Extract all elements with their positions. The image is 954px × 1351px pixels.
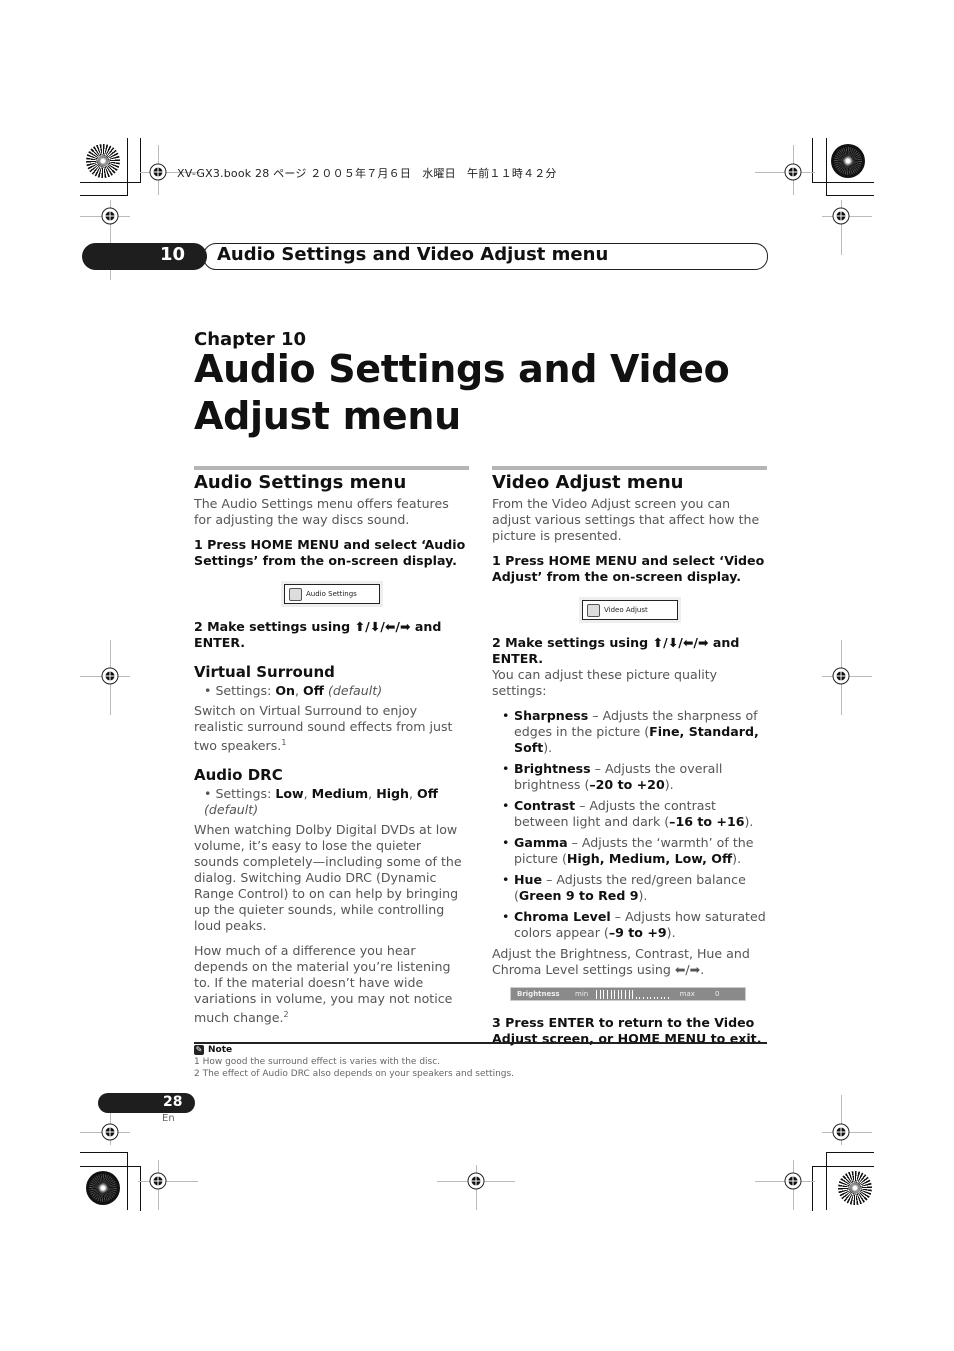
section-heading: Audio Settings menu bbox=[194, 472, 407, 493]
paragraph: How much of a difference you hear depend… bbox=[194, 943, 453, 1026]
bar-tick-empty bbox=[639, 996, 641, 999]
osd-menu-item: Audio Settings bbox=[281, 581, 383, 607]
bar-tick-empty bbox=[668, 996, 670, 999]
step-2: 2 Make settings using ⬆/⬇/⬅/➡ and ENTER. bbox=[194, 619, 442, 650]
registration-mark-icon bbox=[467, 1172, 485, 1190]
registration-mark-icon bbox=[101, 207, 119, 225]
subheading: Audio DRC bbox=[194, 766, 283, 785]
registration-mark-icon bbox=[101, 1123, 119, 1141]
paragraph: Adjust the Brightness, Contrast, Hue and… bbox=[492, 946, 750, 977]
paragraph: You can adjust these picture quality set… bbox=[492, 667, 718, 698]
step-1: 1 Press HOME MENU and select ‘Audio Sett… bbox=[194, 537, 466, 568]
pencil-icon: ✎ bbox=[194, 1045, 204, 1055]
registration-mark-icon bbox=[832, 1123, 850, 1141]
registration-mark-icon bbox=[832, 207, 850, 225]
print-slug: XV-GX3.book 28 ページ ２００５年７月６日 水曜日 午前１１時４２… bbox=[177, 167, 557, 180]
note-heading: ✎ Note bbox=[194, 1045, 233, 1055]
picture-setting-item: Sharpness – Adjusts the sharpness of edg… bbox=[492, 708, 767, 756]
paragraph: The Audio Settings menu offers features … bbox=[194, 496, 449, 527]
picture-settings-list: Sharpness – Adjusts the sharpness of edg… bbox=[492, 708, 767, 941]
picture-setting-item: Hue – Adjusts the red/green balance (Gre… bbox=[492, 872, 767, 904]
bar-label: Brightness bbox=[517, 990, 560, 998]
bar-tick-filled bbox=[614, 989, 616, 999]
page-language: En bbox=[162, 1113, 175, 1124]
section-rule bbox=[492, 466, 767, 470]
paragraph: From the Video Adjust screen you can adj… bbox=[492, 496, 760, 543]
audio-settings-section: Audio Settings menu The Audio Settings m… bbox=[194, 466, 469, 1035]
bar-ticks bbox=[596, 989, 671, 999]
page-number: 28 bbox=[163, 1094, 183, 1110]
osd-menu-item: Video Adjust bbox=[579, 597, 681, 623]
osd-label: Audio Settings bbox=[306, 590, 357, 598]
paragraph: Switch on Virtual Surround to enjoy real… bbox=[194, 703, 453, 754]
chapter-number: 10 bbox=[160, 244, 186, 265]
bar-tick-empty bbox=[646, 996, 648, 999]
bar-min-label: min bbox=[575, 990, 589, 998]
bar-tick-filled bbox=[610, 989, 612, 999]
step-1: 1 Press HOME MENU and select ‘Video Adju… bbox=[492, 553, 765, 584]
brightness-bar: Brightness min max 0 bbox=[510, 987, 746, 1001]
color-target-icon bbox=[831, 144, 865, 178]
bar-tick-filled bbox=[603, 989, 605, 999]
bar-value: 0 bbox=[714, 990, 720, 998]
bar-tick-empty bbox=[657, 996, 659, 999]
settings-bullet: • Settings: Low, Medium, High, Off (defa… bbox=[204, 786, 438, 818]
section-heading: Video Adjust menu bbox=[492, 472, 684, 493]
registration-mark-icon bbox=[784, 1172, 802, 1190]
bar-tick-filled bbox=[621, 989, 623, 999]
registration-mark-icon bbox=[784, 163, 802, 181]
picture-setting-item: Gamma – Adjusts the ‘warmth’ of the pict… bbox=[492, 835, 767, 867]
bar-tick-empty bbox=[664, 996, 666, 999]
color-target-icon bbox=[86, 1171, 120, 1205]
footnote: 1 How good the surround effect is varies… bbox=[194, 1057, 441, 1067]
page-title: Audio Settings and Video Adjust menu bbox=[194, 347, 730, 438]
bar-tick-filled bbox=[628, 989, 630, 999]
osd-label: Video Adjust bbox=[604, 606, 648, 614]
bar-tick-filled bbox=[624, 989, 626, 999]
section-rule bbox=[194, 466, 469, 470]
subheading: Virtual Surround bbox=[194, 663, 335, 681]
bar-max-label: max bbox=[679, 990, 695, 998]
registration-mark-icon bbox=[101, 667, 119, 685]
color-target-icon bbox=[86, 144, 120, 178]
note-rule bbox=[194, 1042, 767, 1044]
bar-tick-empty bbox=[660, 996, 662, 999]
tv-icon bbox=[587, 603, 600, 617]
picture-setting-item: Chroma Level – Adjusts how saturated col… bbox=[492, 909, 767, 941]
registration-mark-icon bbox=[832, 667, 850, 685]
video-adjust-section: Video Adjust menu From the Video Adjust … bbox=[492, 466, 767, 1053]
paragraph: When watching Dolby Digital DVDs at low … bbox=[194, 822, 462, 934]
bar-tick-filled bbox=[596, 989, 598, 999]
bar-tick-empty bbox=[635, 996, 637, 999]
registration-mark-icon bbox=[149, 1172, 167, 1190]
settings-bullet: • Settings: On, Off (default) bbox=[204, 683, 383, 698]
color-target-icon bbox=[838, 1171, 872, 1205]
picture-setting-item: Contrast – Adjusts the contrast between … bbox=[492, 798, 767, 830]
running-header-title: Audio Settings and Video Adjust menu bbox=[217, 244, 609, 265]
bar-tick-filled bbox=[606, 989, 608, 999]
bar-tick-filled bbox=[632, 989, 634, 999]
bar-tick-filled bbox=[617, 989, 619, 999]
bar-tick-filled bbox=[599, 989, 601, 999]
registration-mark-icon bbox=[149, 163, 167, 181]
bar-tick-empty bbox=[650, 996, 652, 999]
bar-tick-empty bbox=[653, 996, 655, 999]
footnote: 2 The effect of Audio DRC also depends o… bbox=[194, 1069, 515, 1079]
picture-setting-item: Brightness – Adjusts the overall brightn… bbox=[492, 761, 767, 793]
speaker-icon bbox=[289, 587, 302, 601]
step-2: 2 Make settings using ⬆/⬇/⬅/➡ and ENTER. bbox=[492, 635, 740, 666]
bar-tick-empty bbox=[642, 996, 644, 999]
